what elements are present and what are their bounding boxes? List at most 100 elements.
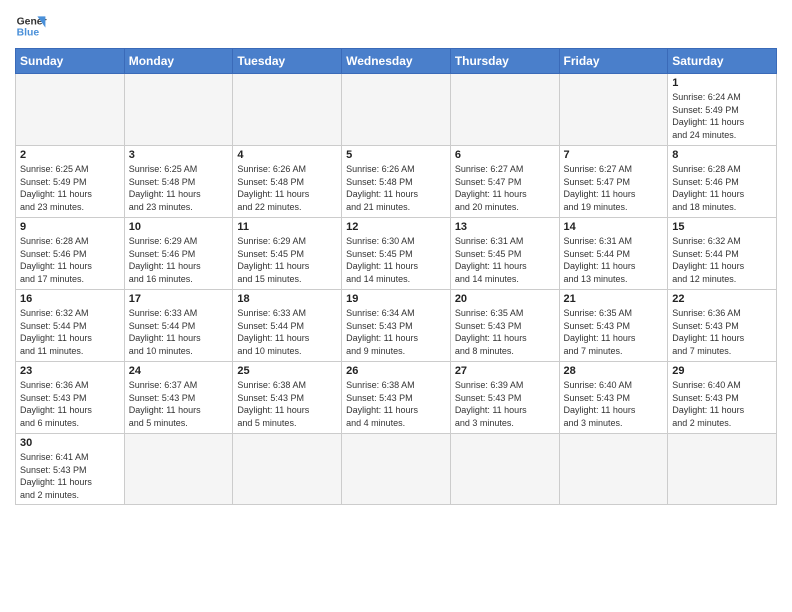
- day-cell: 23Sunrise: 6:36 AM Sunset: 5:43 PM Dayli…: [16, 362, 125, 434]
- day-cell: 25 Sunrise: 6:38 AM Sunset: 5:43 PM Dayli…: [233, 362, 342, 434]
- day-number: 22: [672, 293, 772, 305]
- day-number: 24: [129, 365, 229, 377]
- day-info: Sunrise: 6:25 AM Sunset: 5:49 PM Dayligh…: [20, 163, 120, 213]
- day-info: Sunrise: 6:31 AM Sunset: 5:44 PM Dayligh…: [564, 235, 664, 285]
- day-number: 20: [455, 293, 555, 305]
- day-info: Sunrise: 6:33 AM Sunset: 5:44 PM Dayligh…: [237, 307, 337, 357]
- weekday-header-saturday: Saturday: [668, 49, 777, 74]
- day-cell: 7 Sunrise: 6:27 AM Sunset: 5:47 PM Daylig…: [559, 146, 668, 218]
- logo-icon: General Blue: [15, 10, 47, 42]
- day-info: Sunrise: 6:33 AM Sunset: 5:44 PM Dayligh…: [129, 307, 229, 357]
- day-cell: 21Sunrise: 6:35 AM Sunset: 5:43 PM Dayli…: [559, 290, 668, 362]
- day-cell: 28 Sunrise: 6:40 AM Sunset: 5:43 PM Dayli…: [559, 362, 668, 434]
- day-cell: 2 Sunrise: 6:25 AM Sunset: 5:49 PM Daylig…: [16, 146, 125, 218]
- day-cell: 4 Sunrise: 6:26 AM Sunset: 5:48 PM Daylig…: [233, 146, 342, 218]
- day-info: Sunrise: 6:40 AM Sunset: 5:43 PM Dayligh…: [564, 379, 664, 429]
- day-info: Sunrise: 6:32 AM Sunset: 5:44 PM Dayligh…: [20, 307, 120, 357]
- day-number: 1: [672, 77, 772, 89]
- weekday-header-monday: Monday: [124, 49, 233, 74]
- day-number: 18: [237, 293, 337, 305]
- day-cell: 27Sunrise: 6:39 AM Sunset: 5:43 PM Dayli…: [450, 362, 559, 434]
- day-info: Sunrise: 6:26 AM Sunset: 5:48 PM Dayligh…: [237, 163, 337, 213]
- weekday-header-thursday: Thursday: [450, 49, 559, 74]
- day-info: Sunrise: 6:24 AM Sunset: 5:49 PM Dayligh…: [672, 91, 772, 141]
- page: General Blue SundayMondayTuesdayWednesda…: [0, 0, 792, 612]
- day-info: Sunrise: 6:41 AM Sunset: 5:43 PM Dayligh…: [20, 451, 120, 501]
- day-cell: 16Sunrise: 6:32 AM Sunset: 5:44 PM Dayli…: [16, 290, 125, 362]
- day-cell: 30Sunrise: 6:41 AM Sunset: 5:43 PM Dayli…: [16, 434, 125, 505]
- day-info: Sunrise: 6:26 AM Sunset: 5:48 PM Dayligh…: [346, 163, 446, 213]
- day-cell: 22 Sunrise: 6:36 AM Sunset: 5:43 PM Dayli…: [668, 290, 777, 362]
- day-cell: [559, 434, 668, 505]
- weekday-header-tuesday: Tuesday: [233, 49, 342, 74]
- day-number: 6: [455, 149, 555, 161]
- weekday-header-wednesday: Wednesday: [342, 49, 451, 74]
- day-cell: 1 Sunrise: 6:24 AM Sunset: 5:49 PM Daylig…: [668, 74, 777, 146]
- week-row-5: 30Sunrise: 6:41 AM Sunset: 5:43 PM Dayli…: [16, 434, 777, 505]
- day-cell: 24Sunrise: 6:37 AM Sunset: 5:43 PM Dayli…: [124, 362, 233, 434]
- day-info: Sunrise: 6:36 AM Sunset: 5:43 PM Dayligh…: [672, 307, 772, 357]
- day-number: 3: [129, 149, 229, 161]
- week-row-2: 9 Sunrise: 6:28 AM Sunset: 5:46 PM Daylig…: [16, 218, 777, 290]
- day-number: 2: [20, 149, 120, 161]
- day-number: 27: [455, 365, 555, 377]
- day-cell: 11Sunrise: 6:29 AM Sunset: 5:45 PM Dayli…: [233, 218, 342, 290]
- day-cell: 13 Sunrise: 6:31 AM Sunset: 5:45 PM Dayli…: [450, 218, 559, 290]
- week-row-3: 16Sunrise: 6:32 AM Sunset: 5:44 PM Dayli…: [16, 290, 777, 362]
- day-number: 7: [564, 149, 664, 161]
- day-info: Sunrise: 6:40 AM Sunset: 5:43 PM Dayligh…: [672, 379, 772, 429]
- day-cell: [450, 434, 559, 505]
- day-number: 25: [237, 365, 337, 377]
- day-cell: [124, 434, 233, 505]
- day-info: Sunrise: 6:35 AM Sunset: 5:43 PM Dayligh…: [564, 307, 664, 357]
- day-cell: 14 Sunrise: 6:31 AM Sunset: 5:44 PM Dayli…: [559, 218, 668, 290]
- day-cell: [233, 434, 342, 505]
- svg-text:Blue: Blue: [17, 28, 40, 39]
- day-number: 17: [129, 293, 229, 305]
- weekday-header-friday: Friday: [559, 49, 668, 74]
- calendar-table: SundayMondayTuesdayWednesdayThursdayFrid…: [15, 48, 777, 505]
- day-info: Sunrise: 6:35 AM Sunset: 5:43 PM Dayligh…: [455, 307, 555, 357]
- day-info: Sunrise: 6:31 AM Sunset: 5:45 PM Dayligh…: [455, 235, 555, 285]
- day-cell: 8Sunrise: 6:28 AM Sunset: 5:46 PM Daylig…: [668, 146, 777, 218]
- day-info: Sunrise: 6:34 AM Sunset: 5:43 PM Dayligh…: [346, 307, 446, 357]
- day-cell: [342, 434, 451, 505]
- weekday-header-sunday: Sunday: [16, 49, 125, 74]
- day-number: 15: [672, 221, 772, 233]
- day-info: Sunrise: 6:27 AM Sunset: 5:47 PM Dayligh…: [564, 163, 664, 213]
- day-info: Sunrise: 6:38 AM Sunset: 5:43 PM Dayligh…: [237, 379, 337, 429]
- day-number: 5: [346, 149, 446, 161]
- day-number: 13: [455, 221, 555, 233]
- day-cell: [124, 74, 233, 146]
- day-cell: 19 Sunrise: 6:34 AM Sunset: 5:43 PM Dayli…: [342, 290, 451, 362]
- day-cell: 18 Sunrise: 6:33 AM Sunset: 5:44 PM Dayli…: [233, 290, 342, 362]
- day-cell: 3Sunrise: 6:25 AM Sunset: 5:48 PM Daylig…: [124, 146, 233, 218]
- day-number: 9: [20, 221, 120, 233]
- day-cell: [342, 74, 451, 146]
- day-info: Sunrise: 6:28 AM Sunset: 5:46 PM Dayligh…: [672, 163, 772, 213]
- day-number: 4: [237, 149, 337, 161]
- day-info: Sunrise: 6:32 AM Sunset: 5:44 PM Dayligh…: [672, 235, 772, 285]
- day-cell: 26 Sunrise: 6:38 AM Sunset: 5:43 PM Dayli…: [342, 362, 451, 434]
- week-row-1: 2 Sunrise: 6:25 AM Sunset: 5:49 PM Daylig…: [16, 146, 777, 218]
- day-cell: 5 Sunrise: 6:26 AM Sunset: 5:48 PM Daylig…: [342, 146, 451, 218]
- day-info: Sunrise: 6:29 AM Sunset: 5:46 PM Dayligh…: [129, 235, 229, 285]
- week-row-4: 23Sunrise: 6:36 AM Sunset: 5:43 PM Dayli…: [16, 362, 777, 434]
- day-number: 28: [564, 365, 664, 377]
- day-number: 14: [564, 221, 664, 233]
- day-number: 12: [346, 221, 446, 233]
- day-number: 10: [129, 221, 229, 233]
- day-info: Sunrise: 6:30 AM Sunset: 5:45 PM Dayligh…: [346, 235, 446, 285]
- day-cell: [668, 434, 777, 505]
- day-info: Sunrise: 6:38 AM Sunset: 5:43 PM Dayligh…: [346, 379, 446, 429]
- day-cell: 15 Sunrise: 6:32 AM Sunset: 5:44 PM Dayli…: [668, 218, 777, 290]
- logo: General Blue: [15, 10, 47, 42]
- day-info: Sunrise: 6:29 AM Sunset: 5:45 PM Dayligh…: [237, 235, 337, 285]
- day-cell: [559, 74, 668, 146]
- day-number: 19: [346, 293, 446, 305]
- day-number: 26: [346, 365, 446, 377]
- day-info: Sunrise: 6:28 AM Sunset: 5:46 PM Dayligh…: [20, 235, 120, 285]
- day-cell: 12 Sunrise: 6:30 AM Sunset: 5:45 PM Dayli…: [342, 218, 451, 290]
- day-cell: [233, 74, 342, 146]
- day-cell: 10 Sunrise: 6:29 AM Sunset: 5:46 PM Dayli…: [124, 218, 233, 290]
